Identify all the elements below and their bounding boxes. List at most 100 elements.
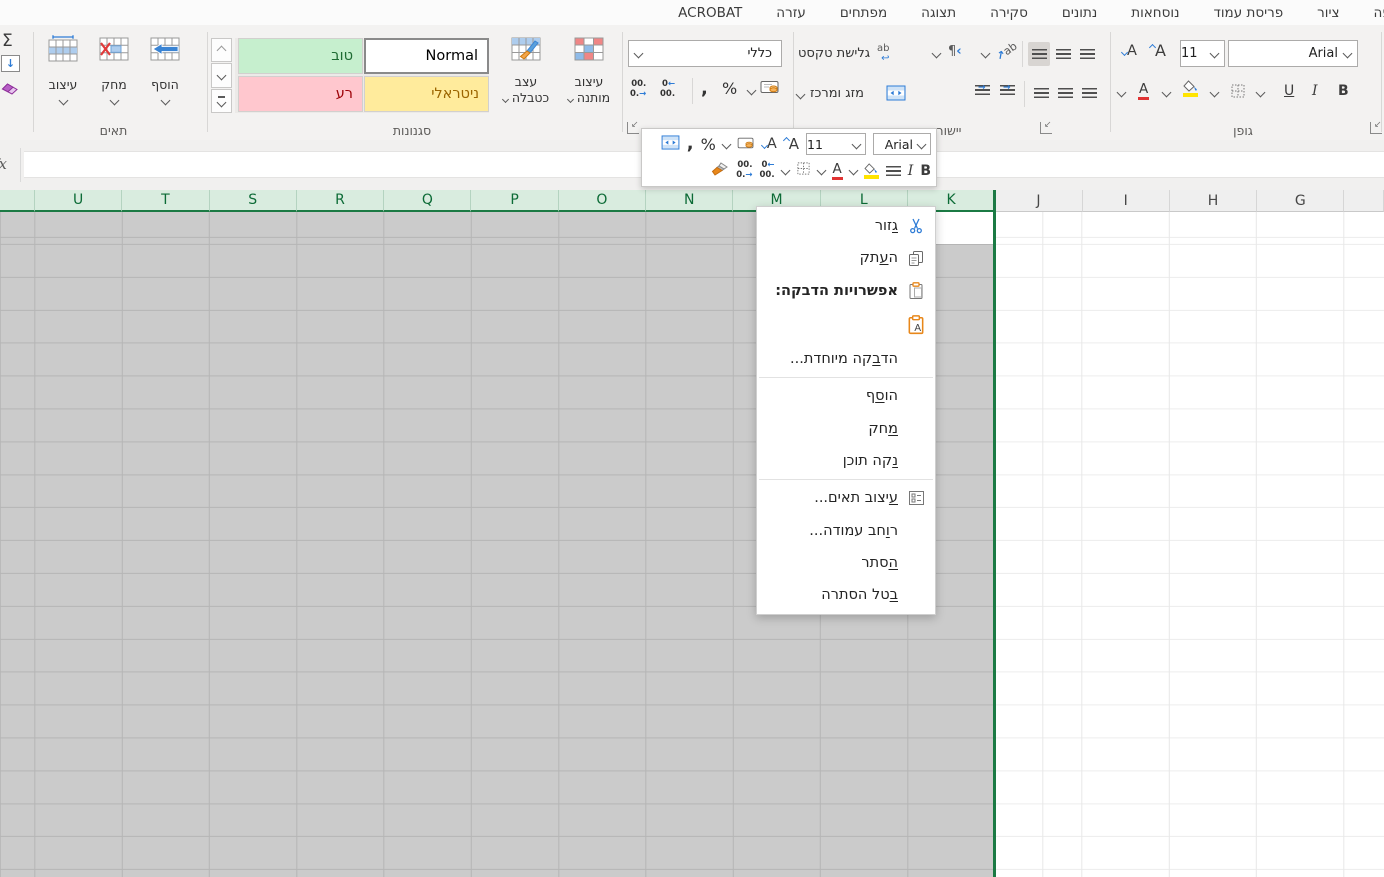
- number-dialog-launcher[interactable]: ↘: [627, 120, 639, 134]
- chevron-down-icon[interactable]: [1255, 87, 1266, 98]
- tab-view[interactable]: תצוגה: [904, 5, 973, 21]
- autosum-icon[interactable]: Σ: [2, 31, 13, 51]
- wrap-text-icon[interactable]: ab ↩: [877, 44, 889, 64]
- borders-button[interactable]: [1230, 83, 1246, 103]
- text-direction-icon[interactable]: ›¶: [948, 44, 962, 59]
- mini-percent-button[interactable]: %: [701, 135, 716, 154]
- chevron-down-icon[interactable]: [931, 48, 942, 59]
- column-header-N[interactable]: N: [646, 190, 734, 212]
- conditional-formatting-button[interactable]: עיצוב מותנה: [561, 34, 617, 120]
- tab-help[interactable]: עזרה: [759, 5, 823, 21]
- merge-center-icon[interactable]: [886, 85, 906, 105]
- format-cells-button[interactable]: עיצוב: [37, 34, 89, 120]
- style-normal-swatch[interactable]: Normal: [364, 38, 489, 74]
- italic-button[interactable]: I: [1312, 83, 1318, 99]
- tab-insert[interactable]: הוספה: [1356, 5, 1384, 21]
- mini-italic-button[interactable]: I: [908, 163, 914, 179]
- tab-page-layout[interactable]: פריסת עמוד: [1196, 5, 1300, 21]
- align-right-button[interactable]: [1030, 81, 1052, 105]
- tab-data[interactable]: נתונים: [1045, 5, 1114, 21]
- mini-align-icon[interactable]: [885, 165, 901, 176]
- tab-developer[interactable]: מפתחים: [823, 5, 904, 21]
- mini-decrease-decimal-button[interactable]: .00 →.0: [736, 160, 752, 181]
- percent-style-button[interactable]: %: [722, 79, 737, 98]
- column-header-P[interactable]: P: [471, 190, 559, 212]
- context-menu-item-insert[interactable]: הוסף: [757, 380, 935, 412]
- column-header-I[interactable]: I: [1082, 190, 1170, 212]
- context-menu-item-paste-values[interactable]: A: [757, 307, 935, 343]
- context-menu-item-unhide[interactable]: בטל הסתרה: [757, 579, 935, 611]
- mini-font-size-combobox[interactable]: 11: [806, 133, 866, 156]
- bottom-align-button[interactable]: [1028, 42, 1050, 66]
- chevron-down-icon[interactable]: [980, 48, 991, 59]
- context-menu-item-delete[interactable]: מחק: [757, 412, 935, 444]
- context-menu-item-hide[interactable]: הסתר: [757, 547, 935, 579]
- mini-shrink-font-button[interactable]: A: [760, 136, 777, 152]
- worksheet-cells-area[interactable]: [996, 212, 1384, 877]
- context-menu-item-paste-special[interactable]: הדבקה מיוחדת...: [757, 343, 935, 375]
- context-menu-item-cut[interactable]: גזור: [757, 210, 935, 242]
- increase-decimal-button[interactable]: ←0.00: [660, 79, 675, 100]
- top-align-button[interactable]: [1076, 42, 1098, 66]
- delete-cells-button[interactable]: מחק: [88, 34, 140, 120]
- underline-button[interactable]: U: [1284, 83, 1294, 99]
- format-painter-icon[interactable]: [711, 161, 729, 181]
- decrease-decimal-button[interactable]: .00 →.0: [630, 79, 646, 100]
- column-header-G[interactable]: G: [1257, 190, 1345, 212]
- column-header[interactable]: [0, 190, 35, 212]
- gallery-scroll-up-button[interactable]: [211, 38, 232, 63]
- tab-formulas[interactable]: נוסחאות: [1114, 5, 1196, 21]
- chevron-down-icon[interactable]: [848, 165, 859, 176]
- font-color-button[interactable]: A: [1138, 82, 1150, 100]
- tab-draw[interactable]: ציור: [1300, 5, 1356, 21]
- middle-align-button[interactable]: [1052, 42, 1074, 66]
- style-good-swatch[interactable]: טוב: [238, 38, 363, 74]
- mini-merge-center-icon[interactable]: [661, 135, 680, 154]
- mini-comma-button[interactable]: ,: [687, 135, 694, 153]
- gallery-more-button[interactable]: [211, 88, 232, 113]
- format-as-table-button[interactable]: עצב כטבלה: [493, 34, 559, 120]
- insert-cells-button[interactable]: הוסף: [139, 34, 191, 120]
- eraser-clear-icon[interactable]: [1, 81, 19, 100]
- context-menu-item-copy[interactable]: העתק: [757, 242, 935, 274]
- bold-button[interactable]: B: [1338, 83, 1349, 99]
- style-neutral-swatch[interactable]: ניטראלי: [364, 76, 489, 112]
- grow-font-button[interactable]: A: [1148, 41, 1166, 60]
- accounting-format-icon[interactable]: [760, 79, 780, 99]
- alignment-dialog-launcher[interactable]: ↘: [1040, 120, 1052, 134]
- wrap-text-button[interactable]: גלישת טקסט: [798, 46, 874, 61]
- comma-style-button[interactable]: ,: [701, 80, 708, 98]
- mini-accounting-icon[interactable]: [737, 135, 755, 154]
- chevron-down-icon[interactable]: [816, 165, 826, 176]
- align-center-button[interactable]: [1054, 81, 1076, 105]
- mini-font-name-combobox[interactable]: Arial: [873, 133, 931, 156]
- merge-center-button[interactable]: מזג ומרכז: [810, 86, 884, 101]
- column-header-O[interactable]: O: [558, 190, 647, 212]
- context-menu-item-column-width[interactable]: רוחב עמודה...: [757, 514, 935, 546]
- fill-color-button[interactable]: [1183, 80, 1198, 97]
- chevron-down-icon[interactable]: [746, 85, 757, 96]
- font-size-combobox[interactable]: 11: [1180, 40, 1225, 67]
- chevron-down-icon[interactable]: [1209, 87, 1220, 98]
- mini-borders-button[interactable]: [796, 161, 811, 180]
- chevron-down-icon[interactable]: [1161, 87, 1172, 98]
- shrink-font-button[interactable]: A: [1120, 43, 1137, 59]
- column-header-Q[interactable]: Q: [384, 190, 472, 212]
- gallery-scroll-down-button[interactable]: [211, 63, 232, 88]
- style-bad-swatch[interactable]: רע: [238, 76, 363, 112]
- mini-increase-decimal-button[interactable]: ←0.00: [759, 160, 774, 181]
- context-menu-item-format-cells[interactable]: עיצוב תאים...: [757, 482, 935, 514]
- font-name-combobox[interactable]: Arial: [1228, 40, 1358, 67]
- tab-acrobat[interactable]: ACROBAT: [661, 5, 759, 21]
- number-format-combobox[interactable]: כללי: [628, 40, 782, 67]
- chevron-down-icon[interactable]: [721, 139, 732, 150]
- column-header-S[interactable]: S: [209, 190, 297, 212]
- column-header-R[interactable]: R: [296, 190, 385, 212]
- orientation-icon[interactable]: ab↗: [993, 40, 1019, 64]
- align-left-button[interactable]: [1078, 81, 1100, 105]
- context-menu-item-clear-contents[interactable]: נקה תוכן: [757, 445, 935, 477]
- mini-bold-button[interactable]: B: [920, 163, 931, 179]
- column-header-T[interactable]: T: [122, 190, 210, 212]
- column-header-H[interactable]: H: [1169, 190, 1258, 212]
- tab-review[interactable]: סקירה: [973, 5, 1045, 21]
